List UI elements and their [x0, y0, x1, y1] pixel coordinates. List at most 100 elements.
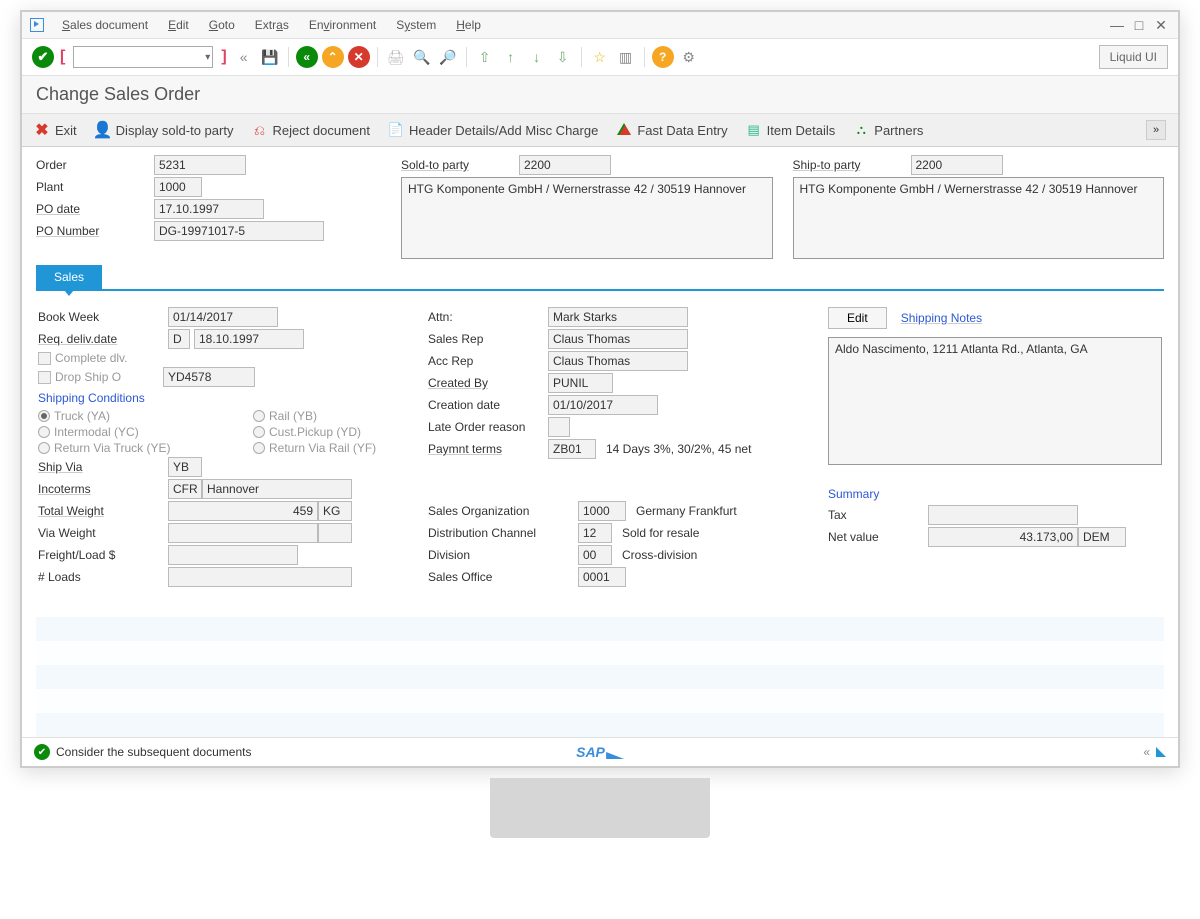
attn-field[interactable] [548, 307, 688, 327]
acc-rep-field[interactable] [548, 351, 688, 371]
req-deliv-field[interactable] [194, 329, 304, 349]
nav-back-icon[interactable]: « [296, 46, 318, 68]
shipping-notes-link[interactable]: Shipping Notes [901, 311, 982, 325]
maximize-button[interactable]: □ [1130, 16, 1148, 34]
sales-rep-field[interactable] [548, 329, 688, 349]
liquid-ui-button[interactable]: Liquid UI [1099, 45, 1168, 69]
total-weight-field[interactable] [168, 501, 318, 521]
incoterms-code-field[interactable] [168, 479, 202, 499]
display-sold-to-button[interactable]: 👤 Display sold-to party [95, 122, 234, 138]
menu-help[interactable]: Help [446, 16, 491, 34]
reject-document-button[interactable]: ⎌ Reject document [251, 122, 370, 138]
via-weight-field[interactable] [168, 523, 318, 543]
ship-to-field[interactable] [911, 155, 1003, 175]
collapse-icon[interactable]: « [1143, 745, 1150, 759]
save-icon[interactable]: 💾 [259, 46, 281, 68]
cancel-icon[interactable]: ✕ [348, 46, 370, 68]
fast-data-entry-button[interactable]: Fast Data Entry [616, 122, 727, 138]
radio-return-rail[interactable] [253, 442, 265, 454]
net-currency-field[interactable] [1078, 527, 1126, 547]
menu-goto[interactable]: Goto [199, 16, 245, 34]
via-weight-unit-field[interactable] [318, 523, 352, 543]
req-deliv-label: Req. deliv.date [38, 332, 168, 346]
tab-sales[interactable]: Sales [36, 265, 102, 289]
incoterms-text-field[interactable] [202, 479, 352, 499]
exit-button[interactable]: ✖ Exit [34, 122, 77, 138]
back-double-icon[interactable]: « [233, 46, 255, 68]
shipping-conditions-heading: Shipping Conditions [38, 391, 408, 405]
resize-handle-icon[interactable] [1156, 747, 1166, 757]
find-icon[interactable]: 🔍 [411, 46, 433, 68]
command-field[interactable] [73, 46, 213, 68]
creation-date-field[interactable] [548, 395, 658, 415]
reject-label: Reject document [272, 123, 370, 138]
ship-via-field[interactable] [168, 457, 202, 477]
radio-return-truck[interactable] [38, 442, 50, 454]
menu-edit[interactable]: Edit [158, 16, 199, 34]
sold-to-field[interactable] [519, 155, 611, 175]
edit-button[interactable]: Edit [828, 307, 887, 329]
plant-field[interactable] [154, 177, 202, 197]
pay-terms-code-field[interactable] [548, 439, 596, 459]
drop-ship-checkbox[interactable] [38, 371, 51, 384]
tax-label: Tax [828, 508, 928, 522]
sales-org-field[interactable] [578, 501, 626, 521]
monitor-stand [490, 778, 710, 838]
new-session-icon[interactable]: ☆ [589, 46, 611, 68]
triangle-icon [616, 122, 632, 138]
attn-label: Attn: [428, 310, 548, 324]
order-field[interactable] [154, 155, 246, 175]
complete-dlv-checkbox[interactable] [38, 352, 51, 365]
radio-intermodal[interactable] [38, 426, 50, 438]
total-weight-unit-field[interactable] [318, 501, 352, 521]
sales-rep-label: Sales Rep [428, 332, 548, 346]
radio-cust-pickup[interactable] [253, 426, 265, 438]
layout-icon[interactable]: ▥ [615, 46, 637, 68]
radio-rail[interactable] [253, 410, 265, 422]
print-icon[interactable]: 🖨 [385, 46, 407, 68]
menu-lead-icon[interactable] [30, 18, 44, 32]
item-details-label: Item Details [767, 123, 836, 138]
help-icon[interactable]: ? [652, 46, 674, 68]
nav-up-icon[interactable]: ⌃ [322, 46, 344, 68]
loads-field[interactable] [168, 567, 352, 587]
page-down-icon[interactable]: ↓ [526, 46, 548, 68]
find-next-icon[interactable]: 🔎 [437, 46, 459, 68]
item-details-button[interactable]: ▤ Item Details [746, 122, 836, 138]
menu-extras[interactable]: Extras [245, 16, 299, 34]
sales-off-field[interactable] [578, 567, 626, 587]
settings-icon[interactable]: ⚙ [678, 46, 700, 68]
header-details-button[interactable]: 📄 Header Details/Add Misc Charge [388, 122, 598, 138]
freight-field[interactable] [168, 545, 298, 565]
dist-ch-field[interactable] [578, 523, 612, 543]
partners-button[interactable]: ⛬ Partners [853, 122, 923, 138]
book-week-field[interactable] [168, 307, 278, 327]
radio-truck[interactable] [38, 410, 50, 422]
req-deliv-flag-field[interactable] [168, 329, 190, 349]
page-first-icon[interactable]: ⇧ [474, 46, 496, 68]
page-last-icon[interactable]: ⇩ [552, 46, 574, 68]
creation-date-label: Creation date [428, 398, 548, 412]
enter-icon[interactable]: ✔ [32, 46, 54, 68]
exit-label: Exit [55, 123, 77, 138]
late-reason-label: Late Order reason [428, 420, 548, 434]
close-button[interactable]: ✕ [1152, 16, 1170, 34]
created-by-field[interactable] [548, 373, 613, 393]
menu-environment[interactable]: Environment [299, 16, 386, 34]
po-date-field[interactable] [154, 199, 264, 219]
menu-system[interactable]: System [386, 16, 446, 34]
net-value-field[interactable] [928, 527, 1078, 547]
division-field[interactable] [578, 545, 612, 565]
page-up-icon[interactable]: ↑ [500, 46, 522, 68]
drop-ship-field[interactable] [163, 367, 255, 387]
menu-sales-document[interactable]: Sales document [52, 16, 158, 34]
more-actions-button[interactable]: » [1146, 120, 1166, 140]
minimize-button[interactable]: — [1108, 16, 1126, 34]
item-grid-placeholder [36, 617, 1164, 737]
late-reason-field[interactable] [548, 417, 570, 437]
dist-ch-text: Sold for resale [622, 526, 699, 540]
complete-dlv-label: Complete dlv. [55, 351, 127, 365]
tax-field[interactable] [928, 505, 1078, 525]
page-title: Change Sales Order [22, 76, 1178, 113]
po-number-field[interactable] [154, 221, 324, 241]
